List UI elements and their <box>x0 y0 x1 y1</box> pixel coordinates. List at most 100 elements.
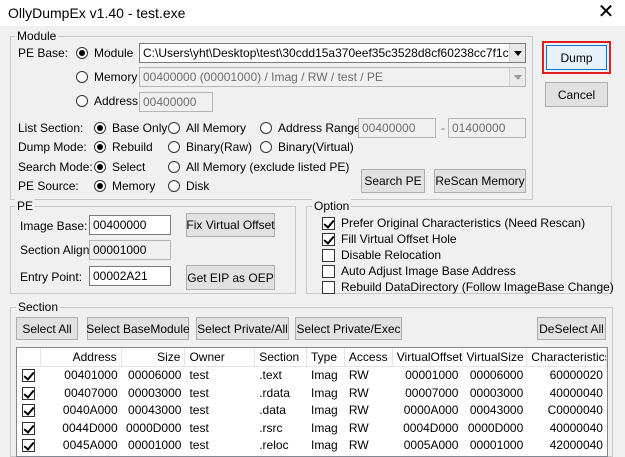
pe-base-module-radio[interactable]: Module <box>76 46 133 60</box>
fix-virtual-offset-button[interactable]: Fix Virtual Offset <box>186 213 275 237</box>
memory-select[interactable]: 00400000 (00001000) / Imag / RW / test /… <box>139 67 526 87</box>
row-checkbox[interactable] <box>17 367 41 385</box>
chevron-down-icon[interactable] <box>509 44 525 62</box>
entry-point-label: Entry Point: <box>20 270 83 284</box>
list-section-base-only-radio[interactable]: Base Only <box>94 121 167 135</box>
image-base-input[interactable]: 00400000 <box>89 215 171 235</box>
get-eip-as-oep-button[interactable]: Get EIP as OEP <box>186 265 275 290</box>
option-group-label: Option <box>312 199 352 213</box>
pe-base-address-radio[interactable]: Address <box>76 94 138 108</box>
column-header-type[interactable]: Type <box>307 348 345 366</box>
dump-mode-binary-virtual-radio[interactable]: Binary(Virtual) <box>260 140 354 154</box>
column-header-owner[interactable]: Owner <box>185 348 256 366</box>
section-align-label: Section Align: <box>20 243 93 257</box>
chevron-down-icon[interactable] <box>509 68 525 86</box>
pe-base-memory-radio[interactable]: Memory <box>76 70 137 84</box>
cell-characteristics: 40000040 <box>549 420 603 435</box>
entry-point-input[interactable]: 00002A21 <box>89 266 171 286</box>
range-from-input[interactable]: 00400000 <box>358 118 436 138</box>
section-align-input[interactable]: 00001000 <box>89 240 171 260</box>
column-header-size[interactable]: Size <box>122 348 186 366</box>
close-icon[interactable]: ✕ <box>595 1 617 23</box>
cell-owner: test <box>189 385 209 400</box>
cell-virtualsize: 00043000 <box>469 403 524 417</box>
title-bar: OllyDumpEx v1.40 - test.exe ✕ <box>0 0 625 26</box>
row-checkbox[interactable] <box>17 402 41 420</box>
row-checkbox[interactable] <box>17 385 41 403</box>
option-disable-relocation-checkbox[interactable]: Disable Relocation <box>322 248 441 262</box>
cell-section: .rsrc <box>259 420 283 435</box>
cell-type: Imag <box>311 420 338 435</box>
column-header-characteristics[interactable]: Characteristics <box>527 348 607 366</box>
radio-indicator <box>76 71 88 83</box>
cell-section: .reloc <box>259 438 289 452</box>
pe-source-disk-radio[interactable]: Disk <box>168 179 209 193</box>
dump-button[interactable]: Dump <box>542 41 611 74</box>
checkbox-indicator <box>22 386 35 400</box>
select-all-button[interactable]: Select All <box>16 317 78 340</box>
radio-indicator <box>260 141 272 153</box>
select-private-exec-button[interactable]: Select Private/Exec <box>295 317 402 340</box>
list-section-address-range-radio[interactable]: Address Range <box>260 121 361 135</box>
row-checkbox[interactable] <box>17 420 41 438</box>
cell-size: 00006000 <box>128 368 182 382</box>
range-separator: - <box>441 121 445 135</box>
option-rebuild-datadirectory-checkbox[interactable]: Rebuild DataDirectory (Follow ImageBase … <box>322 280 614 294</box>
table-row[interactable]: 0040A000 00043000 test .data Imag RW 0000A000 0… <box>17 402 607 420</box>
table-row[interactable]: 00401000 00006000 test .text Imag RW 00001000 0… <box>17 367 607 385</box>
row-checkbox[interactable] <box>17 437 41 455</box>
radio-indicator <box>94 141 106 153</box>
column-header-address[interactable]: Address <box>41 348 122 366</box>
cell-virtualoffset: 0000A000 <box>403 403 459 417</box>
search-pe-button[interactable]: Search PE <box>361 169 425 193</box>
table-body: 00401000 00006000 test .text Imag RW 00001000 0… <box>17 367 607 455</box>
cell-characteristics: 40000040 <box>549 385 603 400</box>
module-select[interactable]: C:\Users\yht\Desktop\test\30cdd15a370eef… <box>139 43 526 63</box>
table-row[interactable]: 0045A000 00001000 test .reloc Imag RW 0005A000… <box>17 437 607 455</box>
deselect-all-button[interactable]: DeSelect All <box>537 317 606 340</box>
select-basemodule-button[interactable]: Select BaseModule <box>86 317 190 340</box>
checkbox-indicator <box>322 280 335 294</box>
address-input[interactable]: 00400000 <box>139 92 213 112</box>
cell-virtualoffset: 00001000 <box>405 368 459 382</box>
option-prefer-original-checkbox[interactable]: Prefer Original Characteristics (Need Re… <box>322 216 585 230</box>
cell-address: 00407000 <box>64 385 118 400</box>
column-header-virtualoffset[interactable]: VirtualOffset <box>393 348 463 366</box>
cell-owner: test <box>189 403 209 417</box>
table-row[interactable]: 0044D000 0000D000 test .rsrc Imag RW 0004D000 0… <box>17 420 607 438</box>
cell-address: 0045A000 <box>62 438 118 452</box>
list-section-all-memory-radio[interactable]: All Memory <box>168 121 246 135</box>
cell-section: .data <box>259 403 286 417</box>
checkbox-indicator <box>322 248 335 262</box>
rescan-memory-button[interactable]: ReScan Memory <box>434 169 526 193</box>
pe-source-memory-radio[interactable]: Memory <box>94 179 155 193</box>
cell-characteristics: C0000040 <box>547 403 603 417</box>
section-table[interactable]: Address Size Owner Section Type Access V… <box>16 347 608 457</box>
radio-indicator <box>168 161 180 173</box>
option-fill-virtual-offset-checkbox[interactable]: Fill Virtual Offset Hole <box>322 232 457 246</box>
checkbox-indicator <box>322 216 335 230</box>
cancel-button[interactable]: Cancel <box>545 82 608 107</box>
dump-mode-rebuild-radio[interactable]: Rebuild <box>94 140 153 154</box>
table-row[interactable]: 00407000 00003000 test .rdata Imag RW 00007000… <box>17 385 607 403</box>
option-auto-adjust-checkbox[interactable]: Auto Adjust Image Base Address <box>322 264 516 278</box>
cell-virtualoffset: 0004D000 <box>403 420 459 435</box>
cell-owner: test <box>189 438 209 452</box>
radio-indicator <box>94 180 106 192</box>
column-header-checkbox[interactable] <box>17 348 41 366</box>
search-mode-all-memory-radio[interactable]: All Memory (exclude listed PE) <box>168 160 349 174</box>
memory-select-value: 00400000 (00001000) / Imag / RW / test /… <box>143 70 383 84</box>
cell-size: 00003000 <box>128 385 182 400</box>
range-to-input[interactable]: 01400000 <box>448 118 526 138</box>
column-header-virtualsize[interactable]: VirtualSize <box>463 348 528 366</box>
cell-type: Imag <box>311 368 338 382</box>
radio-indicator <box>260 122 272 134</box>
image-base-label: Image Base: <box>20 219 88 233</box>
select-private-all-button[interactable]: Select Private/All <box>196 317 289 340</box>
table-header: Address Size Owner Section Type Access V… <box>17 348 607 367</box>
column-header-section[interactable]: Section <box>255 348 308 366</box>
dump-mode-binary-raw-radio[interactable]: Binary(Raw) <box>168 140 252 154</box>
search-mode-select-radio[interactable]: Select <box>94 160 145 174</box>
checkbox-indicator <box>22 439 35 453</box>
column-header-access[interactable]: Access <box>345 348 393 366</box>
